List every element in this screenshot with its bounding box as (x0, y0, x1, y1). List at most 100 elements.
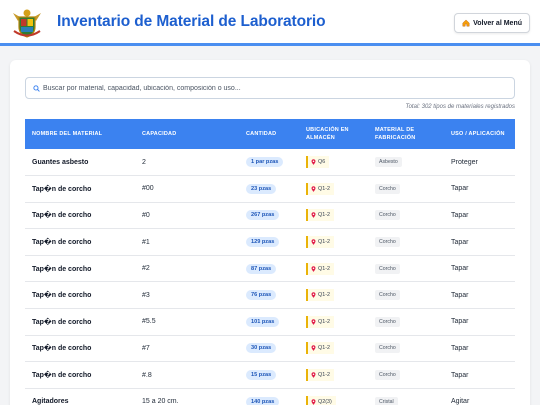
material-name: Tap�n de corcho (32, 212, 92, 220)
location-cell: Q1-2 (299, 255, 368, 282)
fabrication-material-tag: Corcho (375, 290, 400, 301)
table-row[interactable]: Tap�n de corcho #00 23 pzas Q1-2 Corcho Tapar (25, 176, 515, 203)
col-header-name[interactable]: NOMBRE DEL MATERIAL (25, 119, 135, 149)
material-name: Tap�n de corcho (32, 372, 92, 380)
quantity-cell: 76 pzas (239, 282, 299, 309)
location-label: Q1-2 (318, 345, 330, 352)
fabrication-cell: Corcho (368, 229, 444, 256)
col-header-location[interactable]: UBICACIÓN EN ALMACÉN (299, 119, 368, 149)
location-cell: Q2(3) (299, 388, 368, 405)
location-tag: Q1-2 (306, 289, 334, 302)
material-capacity: #3 (142, 291, 150, 299)
material-name: Tap�n de corcho (32, 292, 92, 300)
location-tag: Q1-2 (306, 262, 334, 275)
table-row[interactable]: Tap�n de corcho #5.5 101 pzas Q1-2 Corcho Tap… (25, 309, 515, 336)
material-capacity: #00 (142, 185, 154, 193)
fabrication-cell: Corcho (368, 309, 444, 336)
table-row[interactable]: Tap�n de corcho #0 267 pzas Q1-2 Corcho Tapar (25, 202, 515, 229)
material-capacity: #.8 (142, 371, 152, 379)
quantity-badge: 76 pzas (246, 290, 277, 301)
pin-icon (311, 186, 316, 192)
material-capacity: #1 (142, 238, 150, 246)
location-cell: Q1-2 (299, 309, 368, 336)
fabrication-cell: Corcho (368, 255, 444, 282)
inventory-table-wrap: NOMBRE DEL MATERIAL CAPACIDAD CANTIDAD U… (25, 119, 515, 405)
pin-icon (311, 292, 316, 299)
table-row[interactable]: Tap�n de corcho #.8 15 pzas Q1-2 Corcho Tapar (25, 362, 515, 389)
col-header-capacity[interactable]: CAPACIDAD (135, 119, 239, 149)
material-capacity: #5.5 (142, 318, 156, 326)
location-label: Q1-2 (318, 318, 330, 325)
col-header-use[interactable]: USO / APLICACIÓN (444, 119, 515, 149)
pin-icon (311, 345, 316, 352)
quantity-badge: 129 pzas (246, 237, 280, 248)
location-tag: Q6 (306, 156, 330, 169)
pin-icon (311, 212, 316, 219)
quantity-badge: 30 pzas (246, 343, 277, 354)
quantity-cell: 23 pzas (239, 176, 299, 203)
location-cell: Q1-2 (299, 282, 368, 309)
quantity-badge: 101 pzas (246, 316, 280, 327)
material-name: Guantes asbesto (32, 158, 89, 166)
page-title: Inventario de Material de Laboratorio (57, 13, 326, 30)
quantity-badge: 1 par pzas (246, 157, 284, 168)
material-name: Tap�n de corcho (32, 239, 92, 247)
col-header-quantity[interactable]: CANTIDAD (239, 119, 299, 149)
location-cell: Q1-2 (299, 362, 368, 389)
quantity-badge: 23 pzas (246, 183, 277, 194)
location-tag: Q1-2 (306, 236, 334, 249)
material-capacity: #0 (142, 211, 150, 219)
table-row[interactable]: Guantes asbesto 2 1 par pzas Q6 Asbesto Prote… (25, 149, 515, 176)
fabrication-cell: Asbesto (368, 149, 444, 176)
total-count: Total: 302 tipos de materiales registrad… (405, 104, 515, 110)
quantity-cell: 30 pzas (239, 335, 299, 362)
material-name: Agitadores (32, 398, 69, 405)
material-use: Tapar (451, 318, 469, 326)
location-label: Q1-2 (318, 265, 330, 272)
fabrication-cell: Corcho (368, 362, 444, 389)
quantity-cell: 267 pzas (239, 202, 299, 229)
pin-icon (311, 372, 316, 378)
table-row[interactable]: Tap�n de corcho #3 76 pzas Q1-2 Corcho Tapar (25, 282, 515, 309)
fabrication-material-tag: Asbesto (375, 157, 402, 168)
fabrication-material-tag: Corcho (375, 343, 400, 354)
material-use: Tapar (451, 211, 469, 219)
location-cell: Q6 (299, 149, 368, 176)
table-row[interactable]: Tap�n de corcho #7 30 pzas Q1-2 Corcho Tapar (25, 335, 515, 362)
table-row[interactable]: Agitadores 15 a 20 cm. 140 pzas Q2(3) Crista… (25, 388, 515, 405)
table-row[interactable]: Tap�n de corcho #2 87 pzas Q1-2 Corcho Tapar (25, 255, 515, 282)
back-to-menu-label: Volver al Menú (473, 19, 522, 27)
search-box[interactable] (25, 77, 515, 99)
location-tag: Q1-2 (306, 369, 334, 382)
material-use: Tapar (451, 238, 469, 246)
search-icon (33, 84, 40, 92)
location-tag: Q1-2 (306, 342, 334, 355)
inventory-card: Total: 302 tipos de materiales registrad… (10, 60, 530, 405)
back-to-menu-button[interactable]: Volver al Menú (454, 13, 530, 33)
search-input[interactable] (43, 84, 503, 92)
material-capacity: #7 (142, 344, 150, 352)
quantity-cell: 15 pzas (239, 362, 299, 389)
location-label: Q1-2 (318, 239, 330, 246)
material-use: Tapar (451, 371, 469, 379)
location-cell: Q1-2 (299, 229, 368, 256)
material-use: Tapar (451, 185, 469, 193)
material-name: Tap�n de corcho (32, 265, 92, 273)
location-label: Q1-2 (318, 292, 330, 299)
app-header: Inventario de Material de Laboratorio Vo… (0, 0, 540, 46)
quantity-cell: 140 pzas (239, 388, 299, 405)
col-header-material[interactable]: MATERIAL DE FABRICACIÓN (368, 119, 444, 149)
material-use: Agitar (451, 398, 470, 405)
fabrication-material-tag: Corcho (375, 183, 400, 194)
coat-of-arms-logo (13, 9, 41, 38)
location-label: Q1-2 (318, 185, 330, 192)
quantity-badge: 87 pzas (246, 263, 277, 274)
table-row[interactable]: Tap�n de corcho #1 129 pzas Q1-2 Corcho Tapar (25, 229, 515, 256)
pin-icon (311, 159, 316, 165)
location-label: Q1-2 (318, 212, 330, 219)
inventory-table: NOMBRE DEL MATERIAL CAPACIDAD CANTIDAD U… (25, 119, 515, 405)
location-cell: Q1-2 (299, 335, 368, 362)
table-header-row: NOMBRE DEL MATERIAL CAPACIDAD CANTIDAD U… (25, 119, 515, 149)
material-use: Tapar (451, 291, 469, 299)
location-label: Q1-2 (318, 372, 330, 379)
